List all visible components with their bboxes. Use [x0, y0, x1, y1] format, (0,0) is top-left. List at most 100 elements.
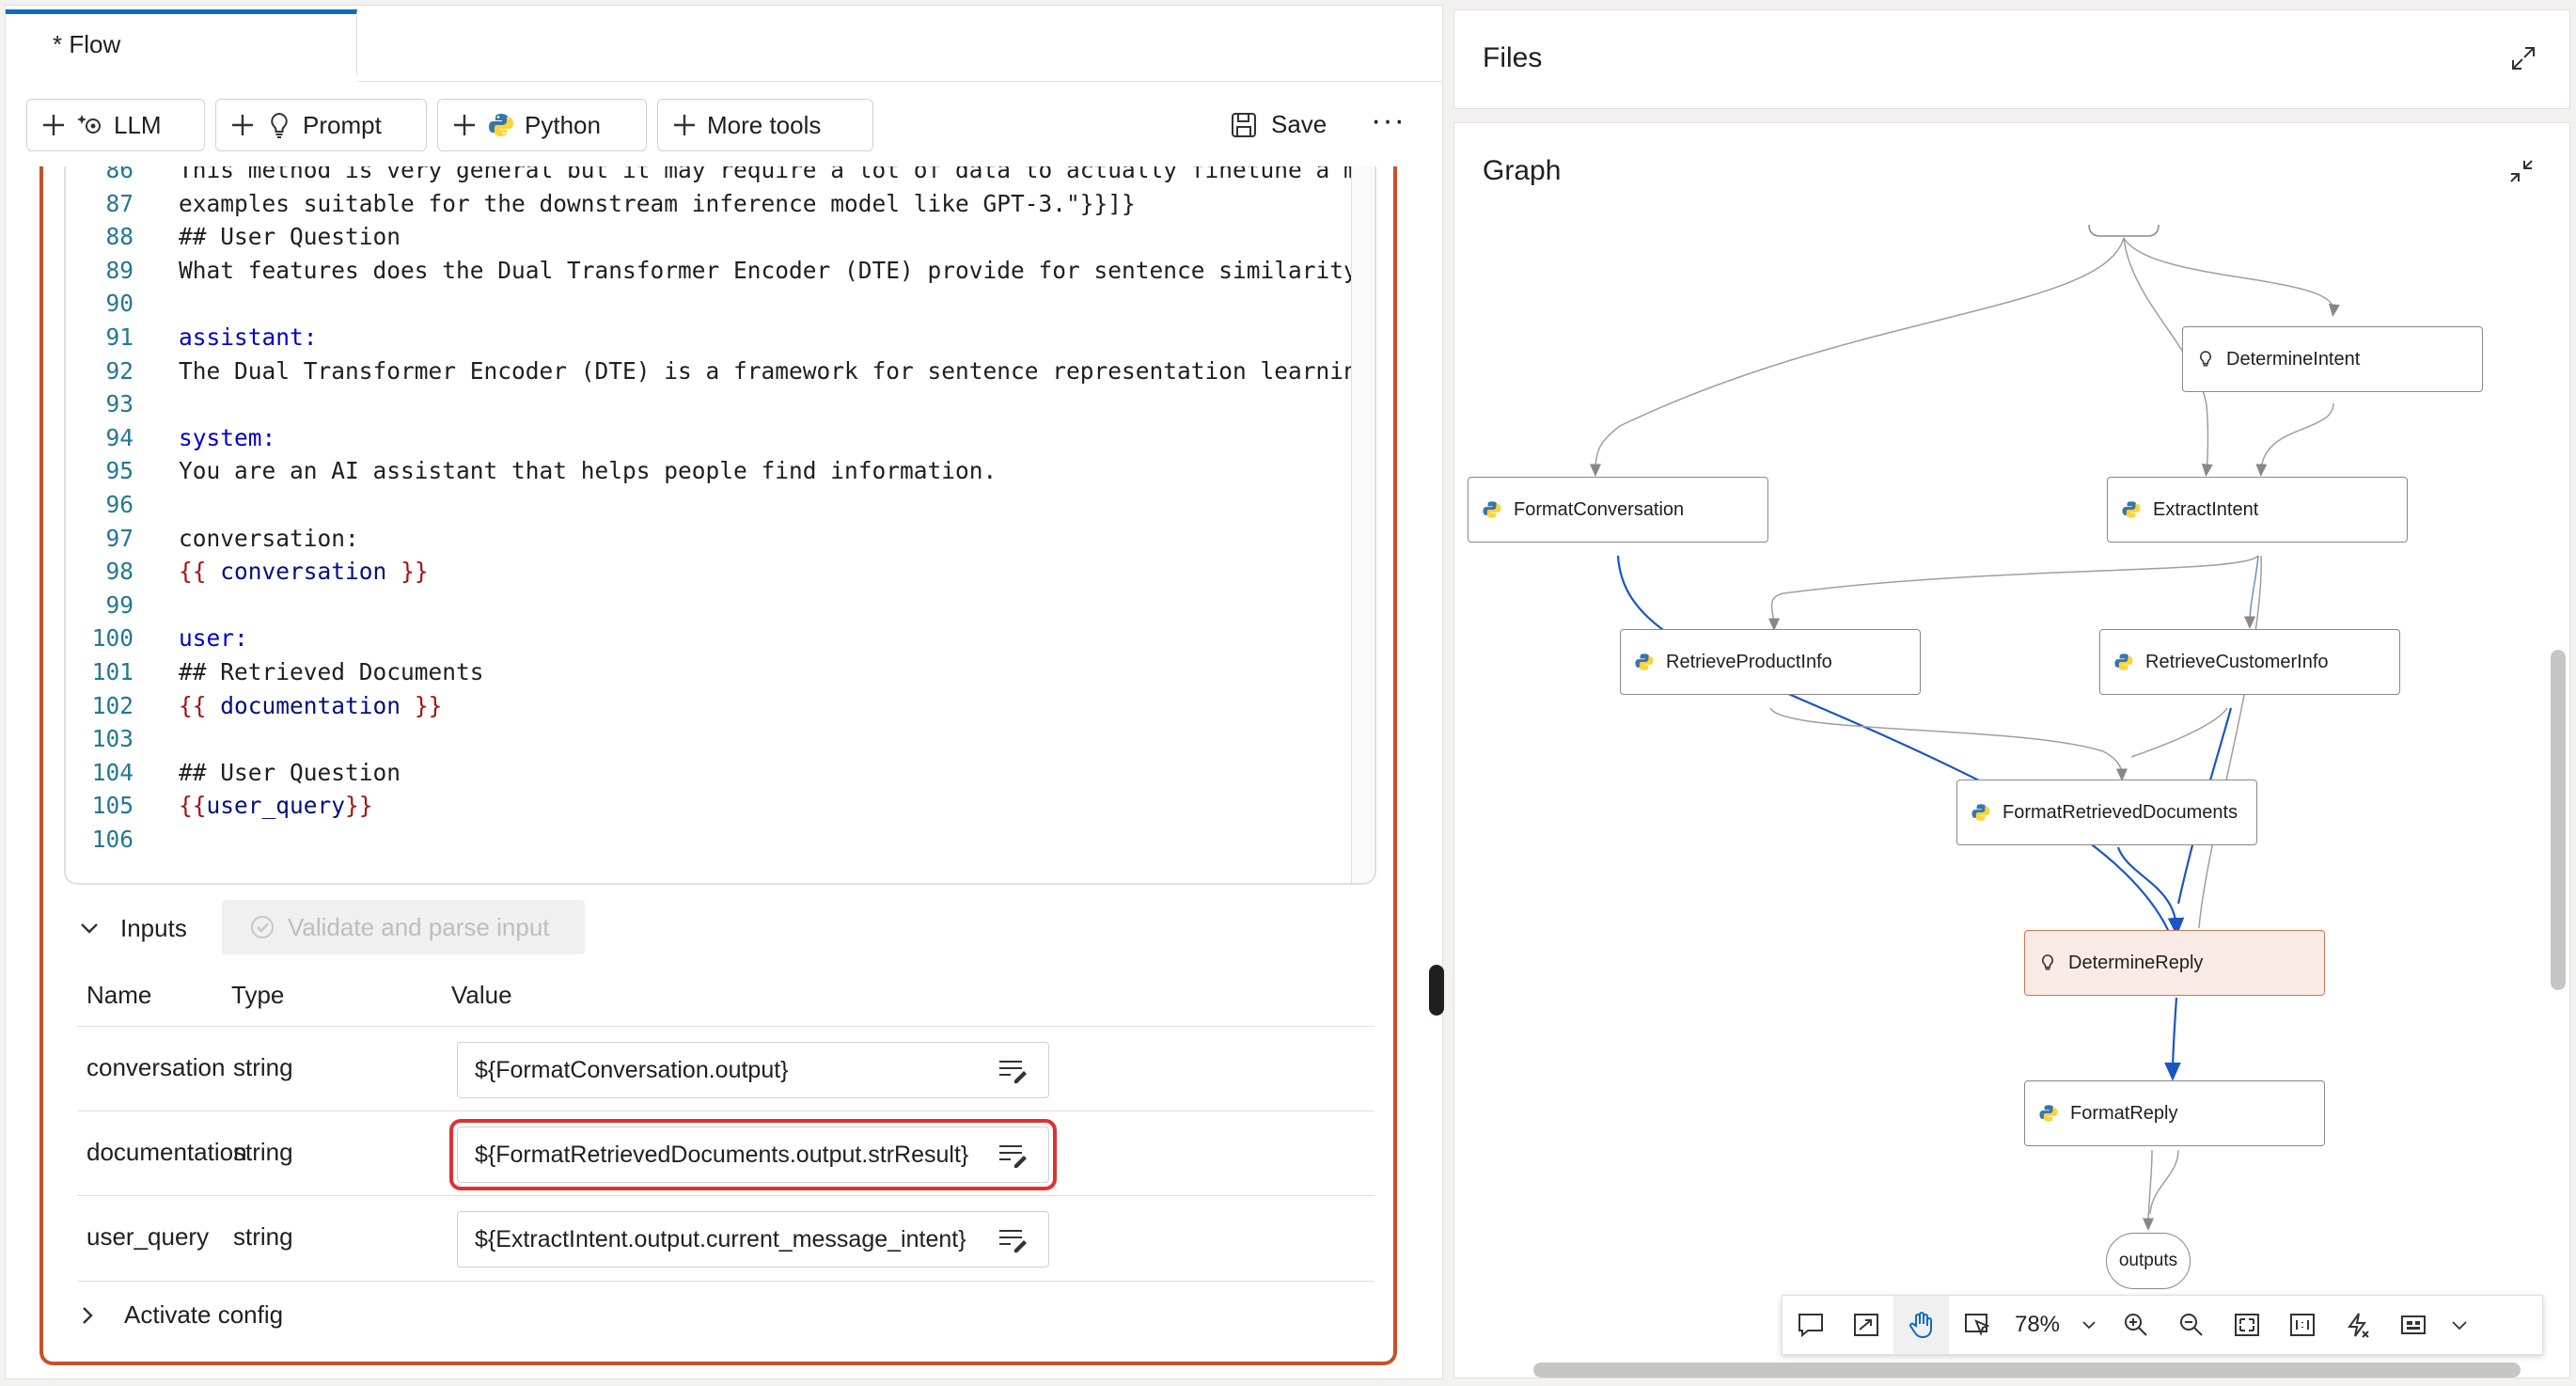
line-number: 104 [91, 758, 134, 786]
zoom-in-button[interactable] [2108, 1296, 2163, 1354]
input-type: string [233, 1053, 293, 1081]
node-format-retrieved-documents[interactable]: FormatRetrievedDocuments [1956, 780, 2257, 845]
more-tools-label: More tools [707, 110, 822, 139]
edge-conversation-reply [1616, 555, 2182, 959]
input-value-text: ${ExtractIntent.output.current_message_i… [475, 1225, 966, 1252]
zoom-out-button[interactable] [2163, 1296, 2219, 1354]
fit-view-button[interactable] [2219, 1296, 2274, 1354]
edit-text-icon[interactable] [997, 1056, 1028, 1084]
graph-toolbar: 78% [1782, 1295, 2543, 1355]
line-number: 92 [105, 356, 134, 385]
node-retrieve-customer-info[interactable]: RetrieveCustomerInfo [2099, 629, 2400, 695]
python-icon [1483, 501, 1501, 518]
node-label: RetrieveCustomerInfo [2145, 651, 2329, 672]
input-value-field[interactable]: ${ExtractIntent.output.current_message_i… [457, 1211, 1049, 1268]
code-editor[interactable]: 86 This method is very general but it may… [64, 166, 1376, 885]
select-tool-button[interactable] [1949, 1296, 2004, 1354]
chevron-down-icon [2452, 1321, 2467, 1331]
line-number: 95 [105, 457, 134, 485]
line-text: ## Retrieved Documents [179, 657, 484, 685]
column-header-value: Value [451, 981, 512, 1009]
input-value-field[interactable]: ${FormatConversation.output} [457, 1042, 1049, 1098]
python-icon [2039, 1105, 2058, 1122]
line-text: assistant: [179, 323, 318, 351]
flash-button[interactable] [2330, 1296, 2385, 1354]
node-format-reply[interactable]: FormatReply [2024, 1080, 2325, 1146]
graph-panel: Graph DetermineIntent FormatConversation… [1453, 122, 2570, 1378]
llm-icon [77, 115, 101, 134]
node-format-conversation[interactable]: FormatConversation [1468, 477, 1768, 543]
input-name: documentation [86, 1138, 247, 1166]
node-label: DetermineReply [2068, 952, 2204, 973]
line-number: 103 [91, 725, 134, 753]
panel-resize-handle[interactable] [1429, 965, 1444, 1016]
node-determine-reply-selected[interactable]: DetermineReply [2024, 930, 2325, 996]
files-panel: Files [1453, 9, 2570, 109]
lightbulb-icon [271, 112, 288, 138]
node-label: FormatRetrievedDocuments [2003, 801, 2238, 823]
activate-config-toggle[interactable]: Activate config [77, 1300, 283, 1330]
line-text: The Dual Transformer Encoder (DTE) is a … [179, 356, 1376, 385]
node-retrieve-product-info[interactable]: RetrieveProductInfo [1620, 629, 1921, 695]
more-graph-tools-dropdown[interactable] [2441, 1296, 2478, 1354]
pan-tool-button[interactable] [1893, 1296, 1949, 1354]
zoom-level[interactable]: 78% [2004, 1312, 2070, 1338]
node-determine-intent[interactable]: DetermineIntent [2182, 326, 2483, 392]
graph-horizontal-scrollbar[interactable] [1533, 1362, 2521, 1378]
line-text: What features does the Dual Transformer … [179, 256, 1376, 284]
input-value-field-highlighted[interactable]: ${FormatRetrievedDocuments.output.strRes… [449, 1119, 1057, 1190]
line-text: ## User Question [179, 758, 401, 786]
node-extract-intent[interactable]: ExtractIntent [2107, 477, 2408, 543]
more-options-button[interactable]: ··· [1371, 102, 1406, 139]
edge-customer-formatdocs [2130, 707, 2228, 758]
validate-parse-input-button[interactable]: Validate and parse input [222, 900, 585, 954]
line-number: 100 [91, 624, 134, 653]
line-number: 96 [105, 490, 134, 518]
code-line: 97 conversation: [66, 522, 1363, 556]
edit-text-icon[interactable] [997, 1141, 1028, 1169]
add-python-button[interactable]: Python [437, 99, 647, 151]
toolbar: LLM Prompt Python More tools Save ··· [6, 82, 1442, 166]
node-label: ExtractIntent [2153, 498, 2259, 520]
python-icon [1635, 654, 1654, 670]
line-number: 93 [105, 390, 134, 418]
line-number: 90 [105, 290, 134, 318]
save-button[interactable]: Save [1230, 110, 1327, 139]
comment-button[interactable] [1783, 1296, 1838, 1354]
expand-icon[interactable] [2509, 44, 2537, 72]
node-outputs[interactable]: outputs [2106, 1233, 2191, 1289]
edge-intent-extract [2255, 402, 2334, 477]
line-number: 87 [105, 189, 134, 217]
add-prompt-button[interactable]: Prompt [215, 99, 427, 151]
plus-icon [454, 115, 475, 135]
code-line: 93 [66, 387, 1363, 421]
auto-layout-icon [1853, 1314, 1878, 1336]
actual-size-button[interactable] [2274, 1296, 2330, 1354]
add-llm-button[interactable]: LLM [26, 99, 205, 151]
table-row: documentation string ${FormatRetrievedDo… [77, 1110, 1374, 1196]
code-line: 88 ## User Question [66, 220, 1363, 254]
auto-layout-button[interactable] [1838, 1296, 1893, 1354]
code-line: 89 What features does the Dual Transforme… [66, 254, 1374, 288]
edge-formatdocs-reply [2116, 846, 2185, 937]
line-text: This method is very general but it may r… [179, 166, 1376, 183]
line-number: 91 [105, 323, 134, 351]
plus-icon [232, 115, 253, 135]
graph-vertical-scrollbar[interactable] [2551, 650, 2566, 990]
actual-size-icon [2289, 1314, 2315, 1336]
line-number: 99 [105, 591, 134, 619]
line-number: 101 [91, 657, 134, 685]
line-text: {{ conversation }} [179, 558, 429, 586]
inputs-section-toggle[interactable]: Inputs [77, 900, 187, 956]
llm-node-editor: 86 This method is very general but it may… [39, 166, 1397, 1365]
code-editor-scrollbar[interactable] [1351, 166, 1374, 883]
code-line: 99 [66, 589, 1363, 622]
input-type: string [233, 1138, 293, 1166]
edit-text-icon[interactable] [997, 1225, 1028, 1253]
add-python-label: Python [525, 110, 601, 139]
comment-icon [1798, 1314, 1823, 1338]
tab-flow[interactable]: * Flow [6, 9, 357, 75]
more-tools-button[interactable]: More tools [657, 99, 873, 151]
minimap-button[interactable] [2385, 1296, 2441, 1354]
zoom-dropdown[interactable] [2070, 1296, 2108, 1354]
